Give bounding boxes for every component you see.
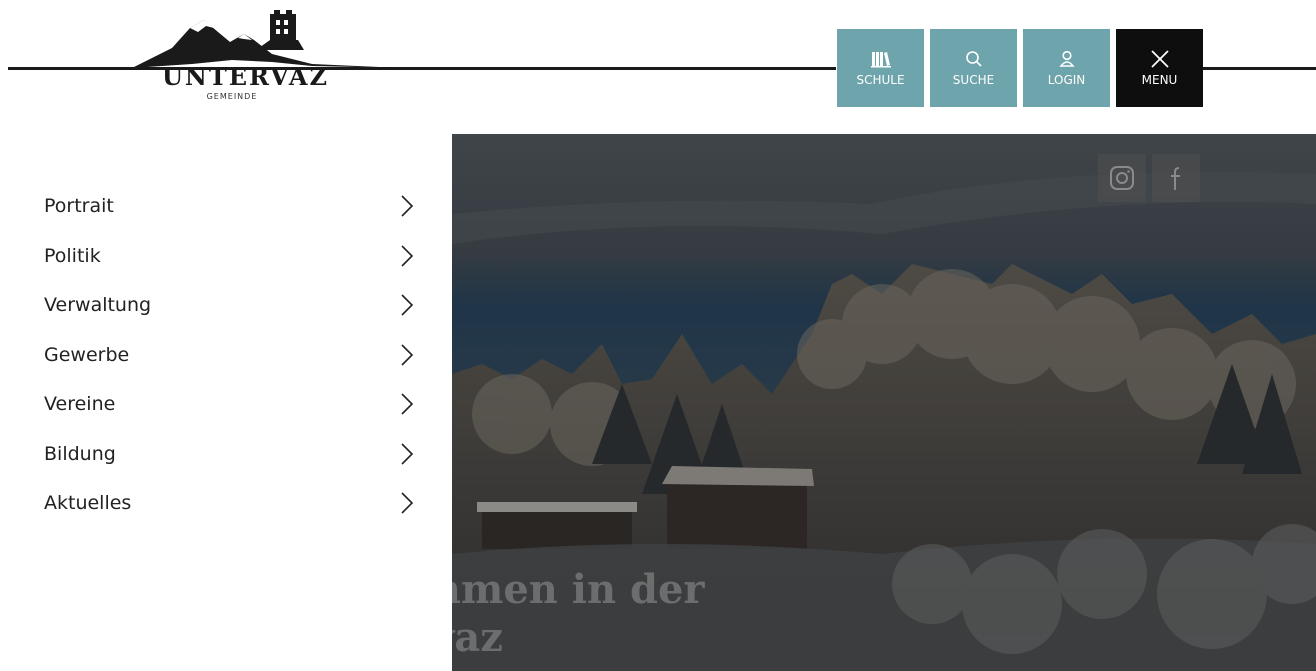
facebook-link[interactable]	[1152, 154, 1200, 202]
sidebar-item-portrait[interactable]: Portrait	[44, 186, 414, 226]
login-label: LOGIN	[1047, 73, 1086, 87]
hero-title-line-1: ommen in der	[452, 566, 705, 613]
top-navigation: SCHULE SUCHE LOGIN MENU	[837, 29, 1203, 107]
side-menu: Portrait Politik Verwaltung Gewerbe Vere…	[0, 132, 450, 671]
chevron-right-icon	[401, 443, 414, 465]
instagram-icon	[1110, 166, 1134, 190]
sidebar-item-politik[interactable]: Politik	[44, 236, 414, 276]
schule-label: SCHULE	[856, 73, 905, 87]
sidebar-item-label: Politik	[44, 245, 101, 267]
books-icon	[870, 49, 891, 69]
chevron-right-icon	[401, 294, 414, 316]
suche-button[interactable]: SUCHE	[930, 29, 1017, 107]
logo-subtitle: GEMEINDE	[206, 92, 258, 101]
chevron-right-icon	[401, 344, 414, 366]
sidebar-item-gewerbe[interactable]: Gewerbe	[44, 335, 414, 375]
sidebar-item-verwaltung[interactable]: Verwaltung	[44, 285, 414, 325]
hero-title-line-2: rvaz	[452, 614, 503, 661]
sidebar-item-label: Vereine	[44, 393, 116, 415]
hero-title: ommen in der rvaz	[452, 566, 704, 662]
sidebar-item-label: Verwaltung	[44, 294, 152, 316]
close-icon	[1150, 49, 1170, 69]
search-icon	[965, 49, 983, 69]
sidebar-item-label: Gewerbe	[44, 344, 130, 366]
chevron-right-icon	[401, 245, 414, 267]
sidebar-item-bildung[interactable]: Bildung	[44, 434, 414, 474]
sidebar-item-label: Bildung	[44, 443, 116, 465]
sidebar-item-aktuelles[interactable]: Aktuelles	[44, 483, 414, 523]
hero-banner: ommen in der rvaz	[452, 134, 1316, 671]
facebook-icon	[1171, 167, 1180, 190]
sidebar-item-vereine[interactable]: Vereine	[44, 384, 414, 424]
site-logo[interactable]: UNTERVAZ GEMEINDE	[132, 10, 412, 110]
site-header: UNTERVAZ GEMEINDE SCHULE SUCHE LOGIN MEN…	[0, 0, 1316, 130]
instagram-link[interactable]	[1098, 154, 1146, 202]
chevron-right-icon	[401, 393, 414, 415]
schule-button[interactable]: SCHULE	[837, 29, 924, 107]
chevron-right-icon	[401, 492, 414, 514]
sidebar-item-label: Portrait	[44, 195, 114, 217]
login-button[interactable]: LOGIN	[1023, 29, 1110, 107]
logo-title: UNTERVAZ	[162, 62, 330, 91]
user-icon	[1058, 49, 1076, 69]
menu-label: MENU	[1141, 73, 1178, 87]
menu-button[interactable]: MENU	[1116, 29, 1203, 107]
chevron-right-icon	[401, 195, 414, 217]
sidebar-item-label: Aktuelles	[44, 492, 132, 514]
header-rule-right	[1200, 67, 1316, 70]
suche-label: SUCHE	[952, 73, 995, 87]
